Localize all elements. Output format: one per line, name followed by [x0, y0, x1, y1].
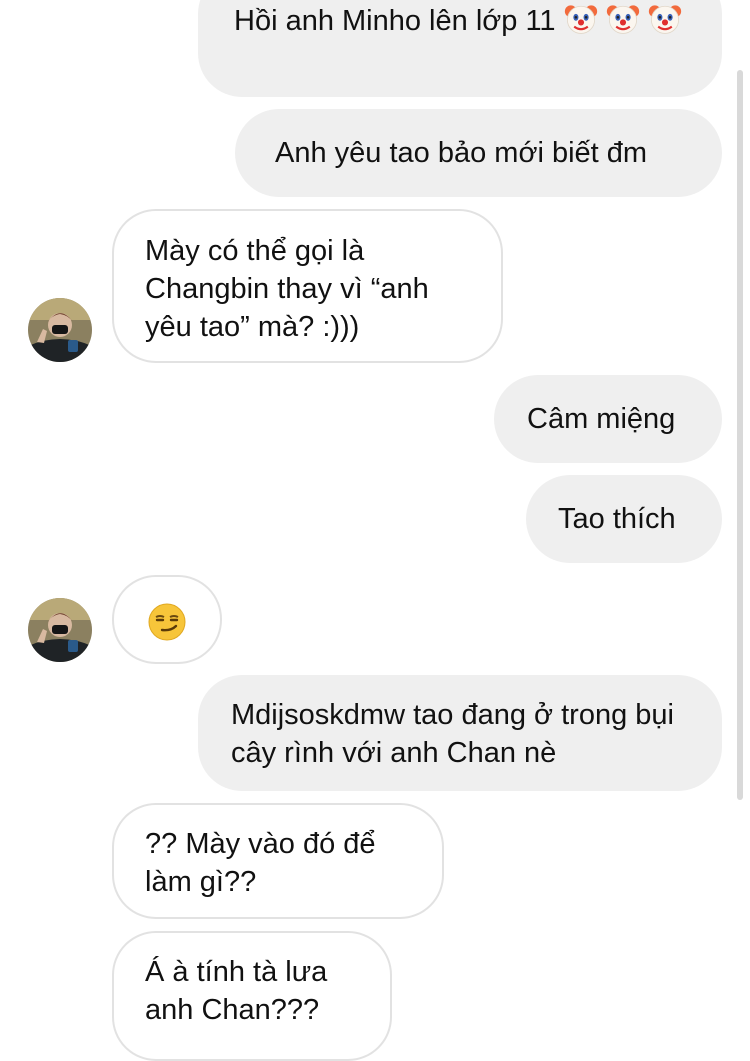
clown-face-icon — [564, 5, 597, 34]
message-text: ?? Mày vào đó để làm gì?? — [145, 828, 376, 898]
message-thread: Hồi anh Minho lên lớp 11 Anh yêu tao bảo… — [0, 0, 750, 1061]
outgoing-message[interactable]: Mdijsoskdmw tao đang ở trong bụi cây rìn… — [198, 675, 722, 791]
outgoing-message[interactable]: Tao thích — [526, 475, 722, 563]
outgoing-message[interactable]: Câm miệng — [494, 375, 722, 463]
message-text: Mdijsoskdmw tao đang ở trong bụi cây rìn… — [231, 699, 674, 769]
avatar-photo — [28, 598, 92, 662]
message-text: Câm miệng — [527, 403, 676, 435]
sender-avatar[interactable] — [28, 598, 92, 662]
smirking-face-icon — [148, 603, 186, 641]
incoming-message[interactable]: Mày có thể gọi là Changbin thay vì “anh … — [112, 209, 503, 363]
incoming-message[interactable]: Á à tính tà lưa anh Chan??? — [112, 931, 392, 1061]
message-text: Mày có thể gọi là Changbin thay vì “anh … — [145, 235, 429, 343]
scrollbar[interactable] — [737, 70, 743, 800]
incoming-message[interactable]: ?? Mày vào đó để làm gì?? — [112, 803, 444, 919]
clown-face-icon — [648, 5, 681, 34]
sender-avatar[interactable] — [28, 298, 92, 362]
clown-face-icon — [606, 5, 639, 34]
message-text: Á à tính tà lưa anh Chan??? — [145, 956, 328, 1026]
avatar-photo — [28, 298, 92, 362]
outgoing-message[interactable]: Anh yêu tao bảo mới biết đm — [235, 109, 722, 197]
message-text: Hồi anh Minho lên lớp 11 — [234, 5, 556, 37]
message-text: Anh yêu tao bảo mới biết đm — [275, 137, 648, 169]
message-text: Tao thích — [558, 503, 676, 535]
outgoing-message[interactable]: Hồi anh Minho lên lớp 11 — [198, 0, 722, 97]
incoming-message[interactable] — [112, 575, 222, 664]
